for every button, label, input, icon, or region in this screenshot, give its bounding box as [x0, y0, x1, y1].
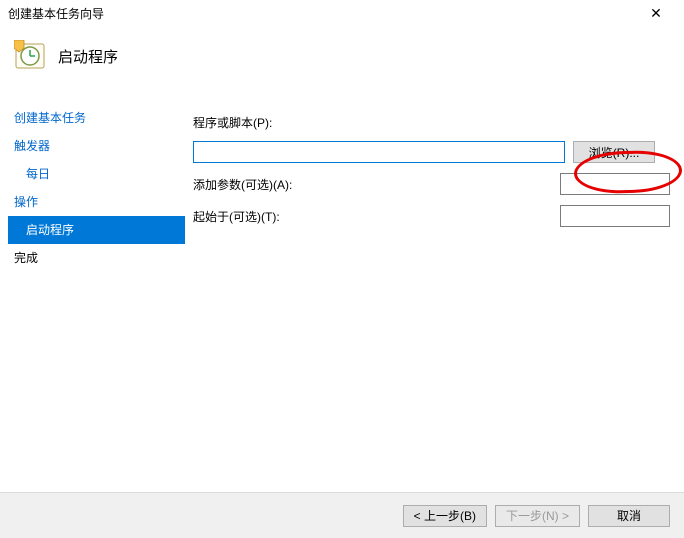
- sidebar-item-finish[interactable]: 完成: [8, 244, 185, 272]
- wizard-footer: < 上一步(B) 下一步(N) > 取消: [0, 492, 684, 538]
- program-label: 程序或脚本(P):: [193, 114, 553, 131]
- startin-row: 起始于(可选)(T):: [193, 205, 670, 227]
- cancel-button[interactable]: 取消: [588, 505, 670, 527]
- next-button: 下一步(N) >: [495, 505, 580, 527]
- close-icon[interactable]: ✕: [636, 5, 676, 22]
- wizard-header: 启动程序: [0, 26, 684, 96]
- titlebar: 创建基本任务向导 ✕: [0, 0, 684, 26]
- args-label: 添加参数(可选)(A):: [193, 176, 333, 193]
- clock-icon: [14, 40, 46, 72]
- sidebar-item-action[interactable]: 操作: [8, 188, 185, 216]
- startin-label: 起始于(可选)(T):: [193, 208, 333, 225]
- args-row: 添加参数(可选)(A):: [193, 173, 670, 195]
- sidebar-item-start-program[interactable]: 启动程序: [8, 216, 185, 244]
- sidebar-item-daily[interactable]: 每日: [8, 160, 185, 188]
- content-area: 创建基本任务 触发器 每日 操作 启动程序 完成 程序或脚本(P): 浏览(R)…: [0, 96, 684, 488]
- back-button[interactable]: < 上一步(B): [403, 505, 487, 527]
- window-title: 创建基本任务向导: [8, 5, 104, 22]
- sidebar-item-trigger[interactable]: 触发器: [8, 132, 185, 160]
- program-input-row: 浏览(R)...: [193, 141, 670, 163]
- browse-button[interactable]: 浏览(R)...: [573, 141, 655, 163]
- form-panel: 程序或脚本(P): 浏览(R)... 添加参数(可选)(A): 起始于(可选)(…: [185, 96, 684, 488]
- wizard-sidebar: 创建基本任务 触发器 每日 操作 启动程序 完成: [0, 96, 185, 488]
- args-input[interactable]: [560, 173, 670, 195]
- program-input[interactable]: [193, 141, 565, 163]
- startin-input[interactable]: [560, 205, 670, 227]
- page-title: 启动程序: [58, 46, 118, 67]
- program-label-row: 程序或脚本(P):: [193, 114, 670, 131]
- sidebar-item-create-task[interactable]: 创建基本任务: [8, 104, 185, 132]
